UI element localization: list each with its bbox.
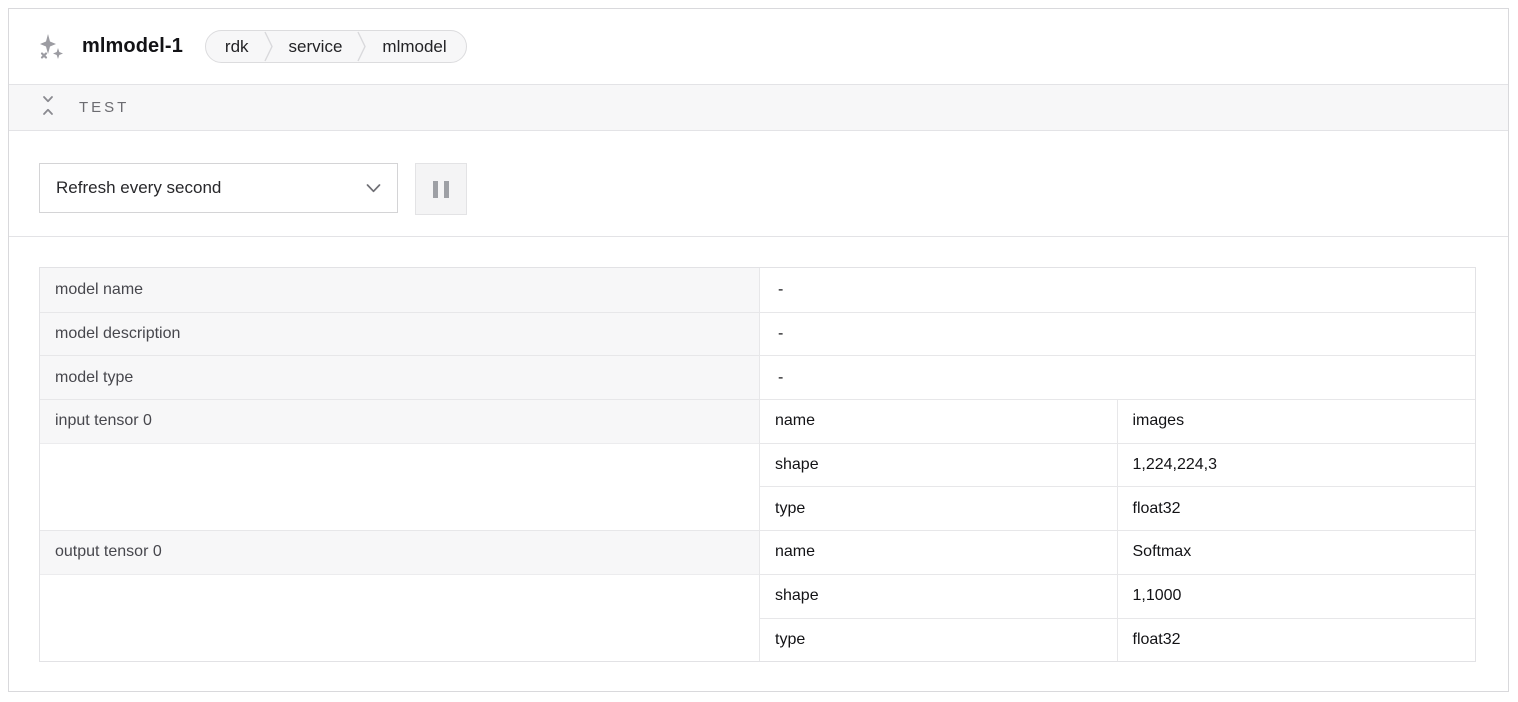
tensor-attr-key: shape <box>760 443 1118 487</box>
breadcrumb-item-service: service <box>274 37 358 57</box>
refresh-rate-value: Refresh every second <box>56 178 366 198</box>
tensor-attr-key: name <box>760 530 1118 574</box>
tensor-attr-value: Softmax <box>1118 530 1476 574</box>
chevron-right-icon <box>357 30 367 63</box>
table-group-label: input tensor 0 <box>40 399 760 530</box>
tensor-attr-key: name <box>760 399 1118 443</box>
test-section-body: model name - model description - model t… <box>9 237 1508 691</box>
tensor-attr-value: float32 <box>1118 486 1476 530</box>
collapse-vertical-icon[interactable] <box>40 95 56 121</box>
table-row-value: - <box>760 312 1475 356</box>
chevron-down-icon <box>366 184 381 193</box>
model-info-table: model name - model description - model t… <box>39 267 1476 662</box>
tensor-attr-key: type <box>760 486 1118 530</box>
page-title: mlmodel-1 <box>82 35 183 58</box>
breadcrumb-item-mlmodel: mlmodel <box>367 37 461 57</box>
tensor-attr-key: shape <box>760 574 1118 618</box>
table-group-label-chip: input tensor 0 <box>40 400 759 444</box>
test-section-label: TEST <box>79 99 129 116</box>
refresh-rate-select[interactable]: Refresh every second <box>39 163 398 213</box>
table-group-label-chip: output tensor 0 <box>40 531 759 575</box>
table-row-label: model name <box>40 268 760 312</box>
tensor-attr-value: float32 <box>1118 618 1476 662</box>
breadcrumb-item-rdk: rdk <box>210 37 264 57</box>
table-group-label: output tensor 0 <box>40 530 760 661</box>
tensor-attr-key: type <box>760 618 1118 662</box>
test-section-toggle[interactable]: TEST <box>9 85 1508 131</box>
sparkles-icon <box>34 31 66 63</box>
pause-refresh-button[interactable] <box>415 163 467 215</box>
tensor-attr-value: images <box>1118 399 1476 443</box>
tensor-attr-value: 1,1000 <box>1118 574 1476 618</box>
breadcrumb: rdk service mlmodel <box>205 30 467 63</box>
tensor-attr-value: 1,224,224,3 <box>1118 443 1476 487</box>
pause-icon <box>433 181 449 198</box>
test-controls-row: Refresh every second <box>9 131 1508 237</box>
service-panel: mlmodel-1 rdk service mlmodel TEST Refre… <box>8 8 1509 692</box>
panel-header: mlmodel-1 rdk service mlmodel <box>9 9 1508 85</box>
table-row-value: - <box>760 355 1475 399</box>
chevron-right-icon <box>264 30 274 63</box>
table-row-label: model type <box>40 355 760 399</box>
table-row-label: model description <box>40 312 760 356</box>
table-row-value: - <box>760 268 1475 312</box>
